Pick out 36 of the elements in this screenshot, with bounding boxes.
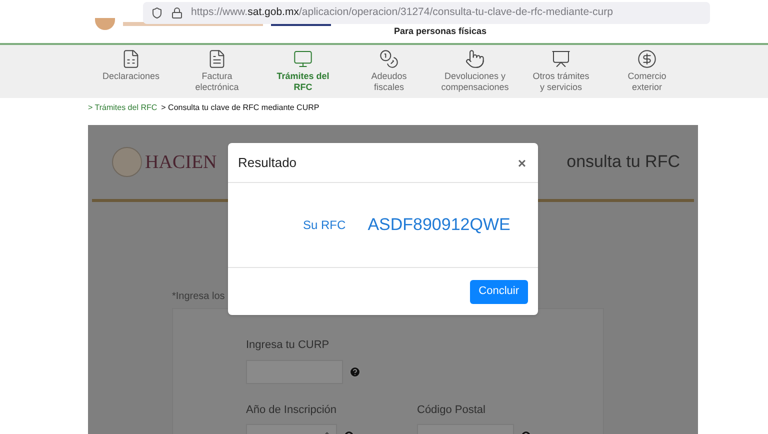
monitor-icon [293, 49, 313, 69]
instructions-text: *Ingresa los [172, 290, 225, 304]
logo-text: HACIEN [145, 152, 217, 172]
field-label: Ingresa tu CURP [246, 338, 330, 353]
nav-item[interactable]: Devoluciones y compensaciones [432, 49, 518, 93]
nav-item[interactable]: Factura electrónica [174, 49, 260, 93]
dialog-title: Resultado [238, 154, 297, 172]
dollar-coin-icon [637, 49, 657, 69]
result-value: ASDF890912QWE [368, 214, 510, 236]
url-text: https://www.sat.gob.mx/aplicacion/operacion/31274/consulta-tu-clave-de-rfc-mediante-curp [191, 5, 613, 20]
nav-item[interactable]: Declaraciones [88, 49, 174, 82]
close-button[interactable]: × [518, 156, 526, 170]
nav-item[interactable]: Adeudos fiscales [346, 49, 432, 93]
lock-icon [171, 7, 183, 19]
breadcrumb-current: > Consulta tu clave de RFC mediante CURP [161, 102, 320, 114]
presentation-chart-icon [551, 49, 571, 69]
emblem-logo [95, 18, 115, 30]
help-icon[interactable] [349, 366, 361, 378]
result-label: Su RFC [303, 217, 346, 234]
document-chart-icon [121, 49, 141, 69]
shield-icon [151, 7, 163, 19]
pointer-hand-icon [465, 49, 485, 69]
nav-item[interactable]: Otros trámites y servicios [518, 49, 604, 93]
breadcrumb-link[interactable]: > Trámites del RFC [88, 102, 158, 114]
header-subtitle: Para personas físicas [394, 24, 487, 38]
field-label: Año de Inscripción [246, 402, 338, 418]
address-bar[interactable]: https://www.sat.gob.mx/aplicacion/operacion/31274/consulta-tu-clave-de-rfc-mediante-curp [143, 2, 710, 24]
nav-item[interactable]: Comercio exterior [604, 49, 690, 93]
page-title: onsulta tu RFC [566, 151, 680, 174]
coins-icon [379, 49, 399, 69]
conclude-button[interactable]: Concluir [470, 280, 528, 304]
field-label: Código Postal [417, 402, 486, 418]
logo-bar [271, 22, 331, 26]
document-icon [207, 49, 227, 69]
seal-logo [112, 147, 142, 177]
nav-item[interactable]: Trámites del RFC [260, 49, 346, 93]
